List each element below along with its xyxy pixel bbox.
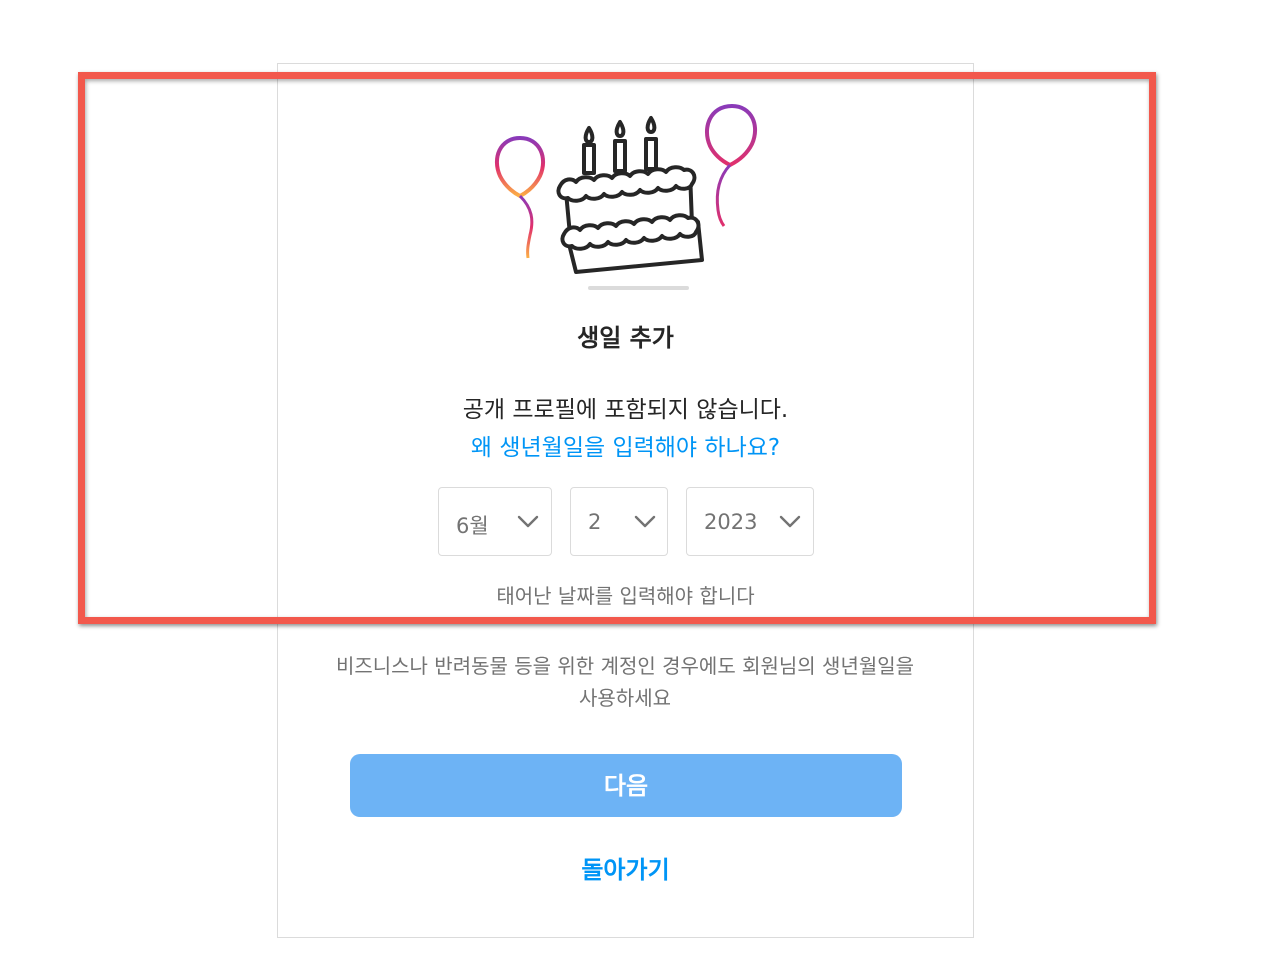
year-value: 2023 [704, 510, 758, 534]
next-button[interactable]: 다음 [350, 754, 902, 817]
balloon-icon [705, 103, 758, 227]
month-value: 6월 [456, 514, 489, 538]
birthday-hint: 태어난 날짜를 입력해야 합니다 [496, 584, 755, 608]
divider-bar [588, 286, 689, 290]
balloon-icon [494, 135, 546, 259]
chevron-down-icon [634, 515, 656, 528]
birthday-cake-illustration [494, 103, 758, 274]
birthday-note: 비즈니스나 반려동물 등을 위한 계정인 경우에도 회원님의 생년월일을 사용하… [335, 654, 915, 710]
back-link[interactable]: 돌아가기 [277, 850, 974, 885]
birthday-cake-icon [556, 116, 704, 274]
dialog-title: 생일 추가 [577, 324, 674, 352]
why-birthday-link[interactable]: 왜 생년월일을 입력해야 하나요? [277, 428, 974, 462]
chevron-down-icon [779, 515, 801, 528]
day-select[interactable]: 2 [570, 487, 668, 556]
month-select[interactable]: 6월 [438, 487, 552, 556]
chevron-down-icon [517, 515, 539, 528]
year-select[interactable]: 2023 [686, 487, 814, 556]
dialog-description: 공개 프로필에 포함되지 않습니다. [462, 397, 789, 423]
day-value: 2 [588, 510, 602, 534]
